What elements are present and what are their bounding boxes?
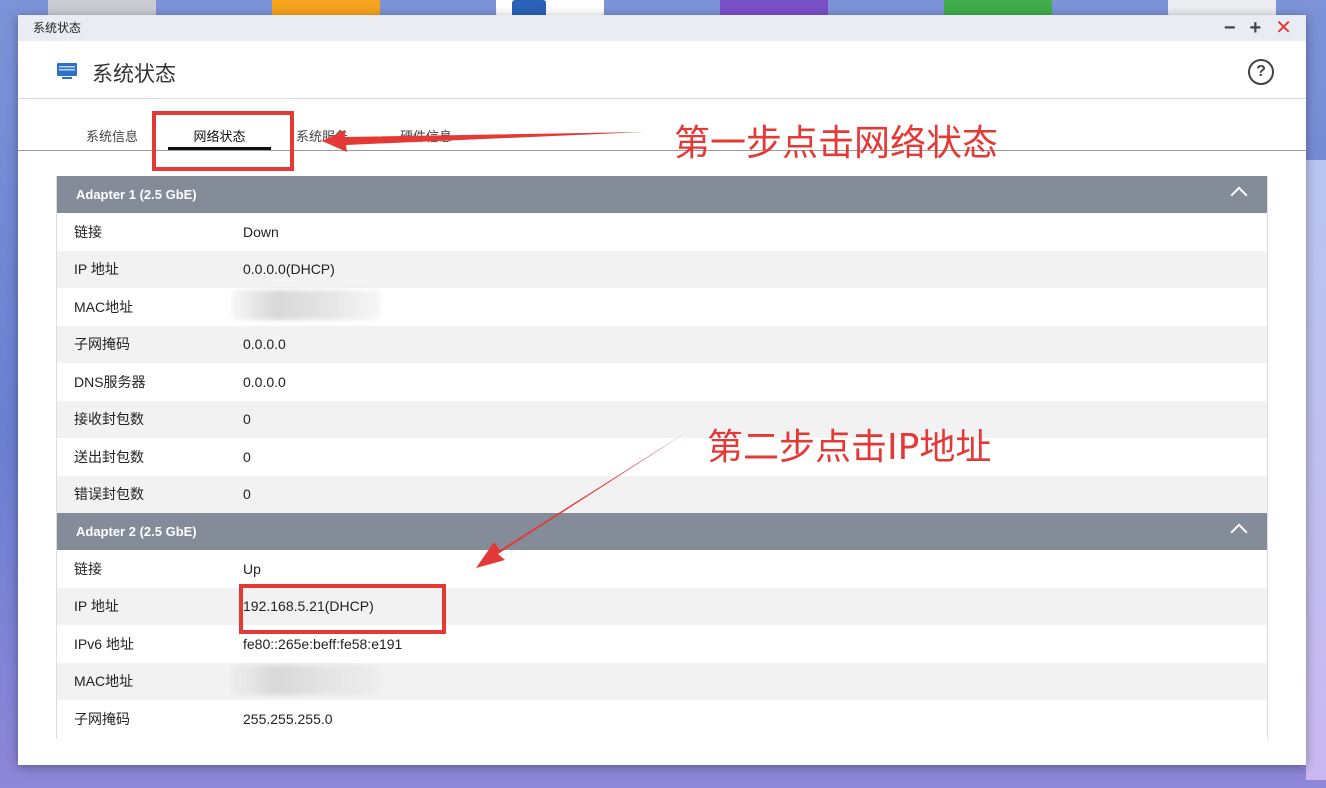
table-row-ip[interactable]: IP 地址 192.168.5.21(DHCP) [57, 587, 1267, 625]
adapter-1-header[interactable]: Adapter 1 (2.5 GbE) [57, 176, 1267, 213]
row-label: 送出封包数 [74, 448, 144, 465]
table-row: DNS服务器 0.0.0.0 [57, 363, 1267, 401]
window-title: 系统状态 [33, 21, 82, 35]
row-value: 0.0.0.0 [243, 336, 286, 353]
redacted-mac-blur [231, 290, 381, 321]
row-value: fe80::265e:beff:fe58:e191 [243, 635, 403, 652]
redacted-mac-blur [231, 664, 381, 695]
row-value: Up [243, 560, 261, 577]
tab-hardware-info[interactable]: 硬件信息 [400, 126, 452, 148]
row-label: 链接 [74, 223, 102, 240]
adapter-title: Adapter 1 (2.5 GbE) [76, 187, 197, 202]
adapter-title: Adapter 2 (2.5 GbE) [76, 524, 197, 539]
row-label: IPv6 地址 [74, 635, 134, 652]
tab-system-services[interactable]: 系统服务 [296, 126, 348, 148]
row-label: MAC地址 [74, 673, 134, 690]
table-row: 子网掩码 0.0.0.0 [57, 325, 1267, 363]
row-label: DNS服务器 [74, 373, 146, 390]
row-value [231, 664, 1267, 698]
ip-address-value[interactable]: 192.168.5.21(DHCP) [243, 598, 1267, 614]
tab-network-status[interactable]: 网络状态 [168, 126, 271, 150]
annotation-step2-text: 第二步点击IP地址 [707, 427, 992, 468]
table-row: 接收封包数 0 [57, 400, 1267, 438]
page-title: 系统状态 [92, 63, 176, 86]
adapter-2-header[interactable]: Adapter 2 (2.5 GbE) [57, 513, 1267, 550]
tab-system-info[interactable]: 系统信息 [86, 126, 138, 148]
row-label: 子网掩码 [74, 710, 130, 727]
system-status-window: 系统状态 − + ✕ 系统状态 ? 系统信息 网络状态 系统服务 硬件信息 Ad… [18, 15, 1306, 765]
row-value [231, 290, 1267, 323]
maximize-button[interactable]: + [1250, 18, 1262, 38]
table-row: IPv6 地址 fe80::265e:beff:fe58:e191 [57, 625, 1267, 663]
monitor-icon [57, 63, 77, 79]
table-row: 错误封包数 0 [57, 475, 1267, 513]
minimize-button[interactable]: − [1224, 18, 1236, 38]
row-value: 0.0.0.0(DHCP) [243, 261, 335, 278]
close-button[interactable]: ✕ [1275, 18, 1292, 38]
row-value: Down [243, 223, 279, 240]
row-label: IP 地址 [74, 598, 119, 615]
row-label: 接收封包数 [74, 411, 144, 428]
row-label: 子网掩码 [74, 336, 130, 353]
network-status-panel[interactable]: Adapter 1 (2.5 GbE) 链接 Down IP 地址 0.0.0.0(… [56, 176, 1268, 739]
desktop-background-edge [1306, 160, 1326, 780]
annotation-step1-text: 第一步点击网络状态 [674, 123, 999, 164]
table-row: 送出封包数 0 [57, 438, 1267, 476]
tab-bar: 系统信息 网络状态 系统服务 硬件信息 [18, 99, 1306, 151]
table-row: 子网掩码 255.255.255.0 [57, 700, 1267, 738]
help-icon[interactable]: ? [1248, 59, 1274, 85]
table-row: 链接 Up [57, 550, 1267, 588]
row-label: 错误封包数 [74, 486, 144, 503]
row-label: IP 地址 [74, 261, 119, 278]
row-label: MAC地址 [74, 298, 134, 315]
app-header: 系统状态 ? [18, 41, 1306, 99]
table-row: MAC地址 [57, 662, 1267, 700]
row-value: 0.0.0.0 [243, 373, 286, 390]
chevron-up-icon[interactable] [1230, 186, 1248, 204]
row-label: 链接 [74, 560, 102, 577]
window-controls: − + ✕ [1224, 15, 1292, 41]
window-titlebar[interactable]: 系统状态 − + ✕ [18, 15, 1306, 41]
table-row: MAC地址 [57, 288, 1267, 326]
chevron-up-icon[interactable] [1230, 523, 1248, 541]
row-value: 0 [243, 486, 251, 503]
row-value: 255.255.255.0 [243, 710, 333, 727]
table-row: 链接 Down [57, 213, 1267, 251]
table-row: IP 地址 0.0.0.0(DHCP) [57, 250, 1267, 288]
